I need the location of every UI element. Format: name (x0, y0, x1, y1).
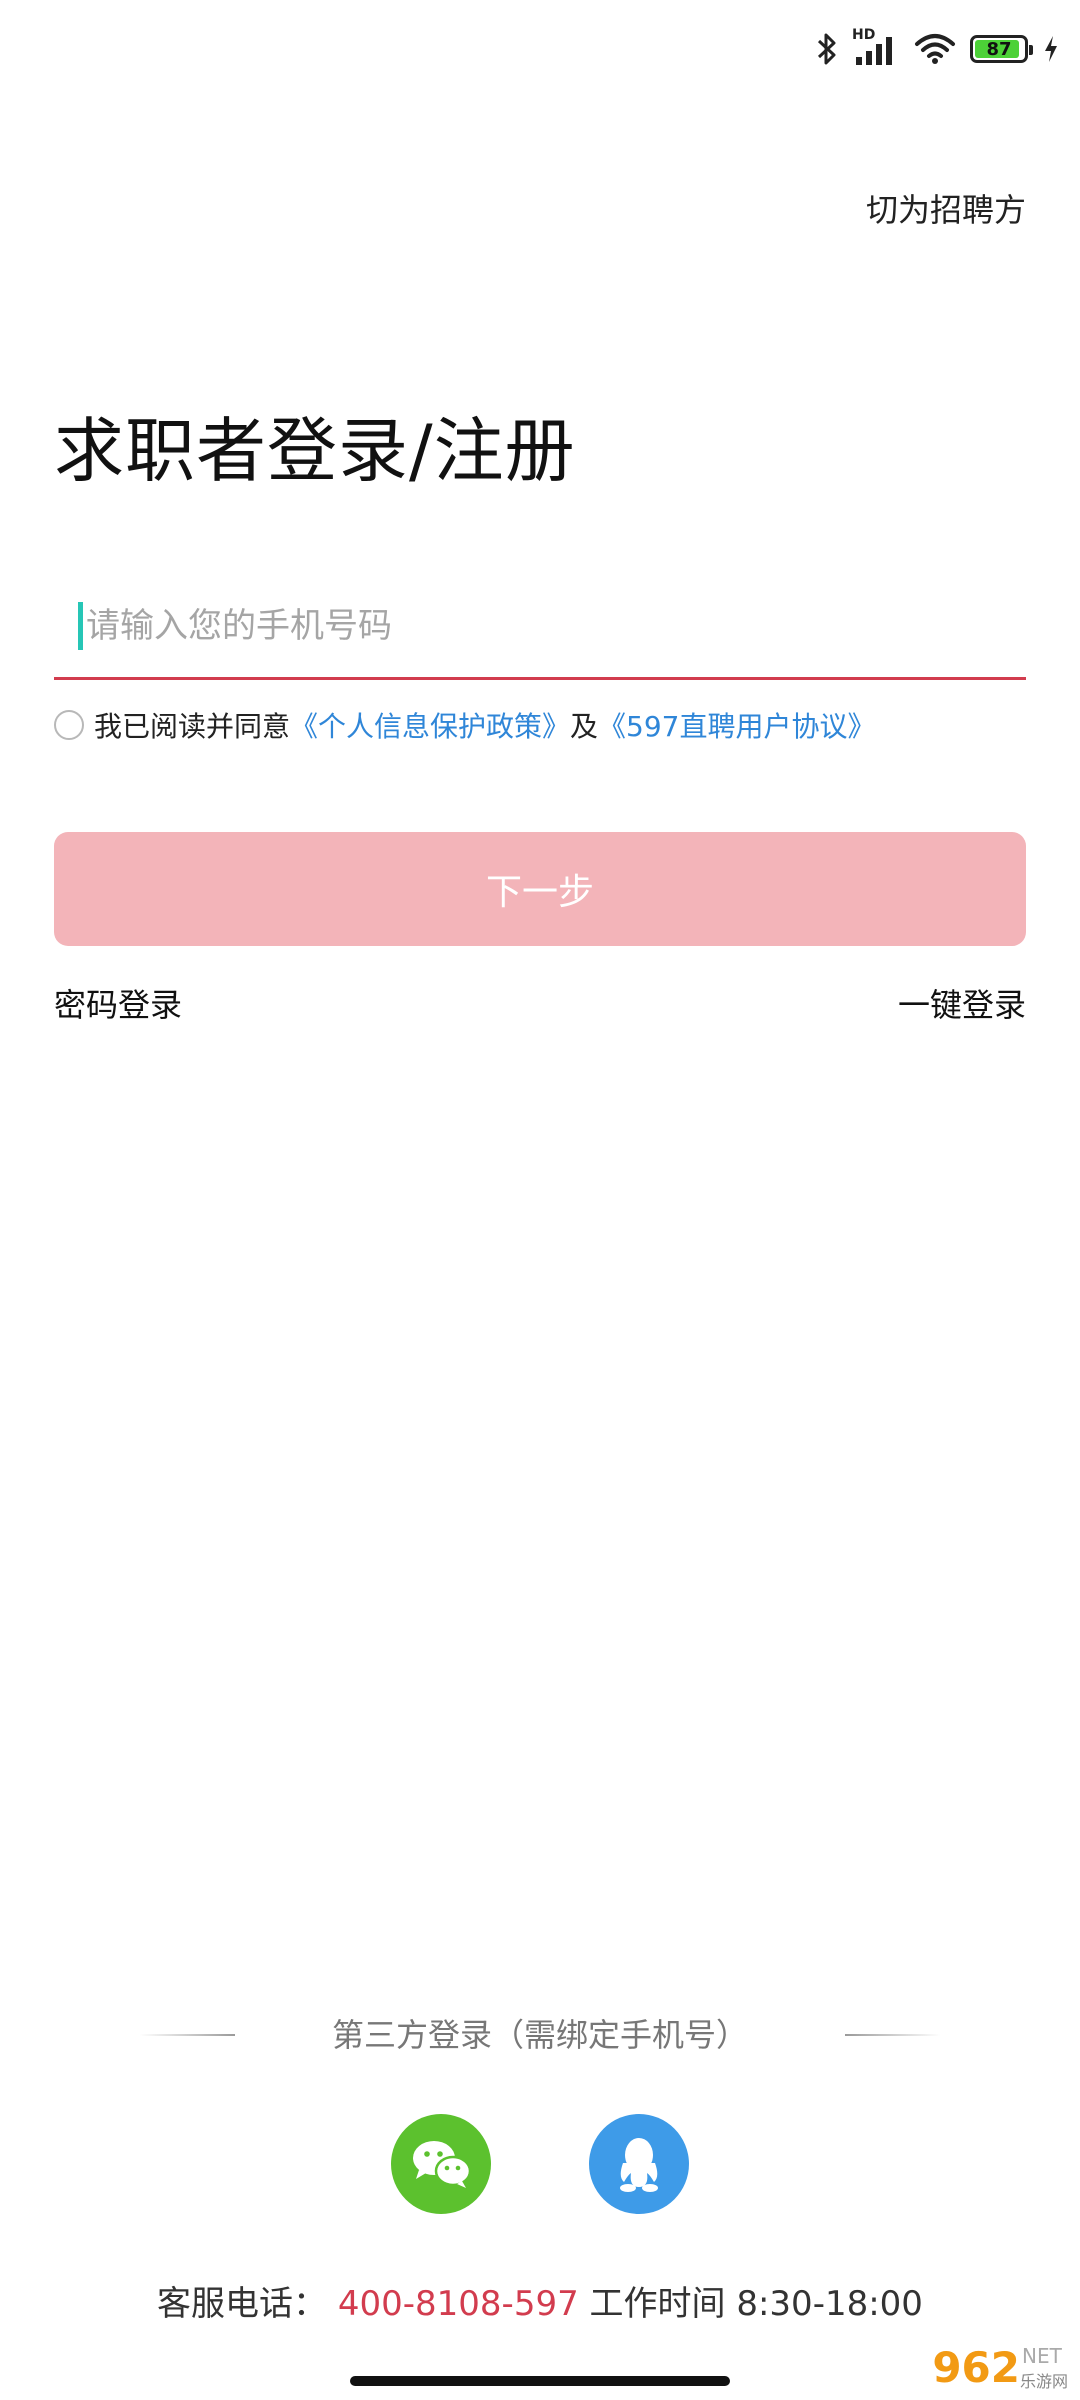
service-phone-number[interactable]: 400-8108-597 (338, 2284, 579, 2324)
next-step-button[interactable]: 下一步 (54, 832, 1026, 946)
watermark-number: 962 (932, 2343, 1020, 2392)
privacy-policy-link[interactable]: 《个人信息保护政策》 (290, 705, 570, 745)
third-party-login-label: 第三方登录（需绑定手机号） (331, 2016, 748, 2054)
watermark-suffix: NET (1021, 2344, 1062, 2368)
status-bar: HD 87 (816, 24, 1060, 74)
agree-and-text: 及 (570, 710, 599, 743)
battery-level: 87 (986, 38, 1012, 60)
password-login-link[interactable]: 密码登录 (54, 980, 182, 1026)
customer-service-info: 客服电话： 400-8108-597 工作时间 8:30-18:00 (0, 2276, 1080, 2325)
switch-to-recruiter-link[interactable]: 切为招聘方 (866, 185, 1026, 231)
signal-icon: HD (852, 27, 900, 67)
agree-prefix-text: 我已阅读并同意 (94, 710, 291, 743)
qq-icon (620, 2138, 658, 2192)
wechat-login-button[interactable] (391, 2114, 491, 2214)
agreement-row: 我已阅读并同意 《个人信息保护政策》 及 《597直聘用户协议》 (54, 705, 876, 745)
wechat-icon (413, 2141, 472, 2188)
one-click-login-link[interactable]: 一键登录 (898, 980, 1026, 1026)
charging-icon (1045, 36, 1057, 62)
wifi-icon (915, 34, 955, 64)
service-hours: 工作时间 8:30-18:00 (589, 2284, 923, 2324)
phone-number-input[interactable] (78, 590, 988, 662)
qq-login-button[interactable] (589, 2114, 689, 2214)
watermark-sub: 乐游网 (1019, 2372, 1068, 2391)
phone-input-container (54, 570, 1026, 680)
bluetooth-icon (817, 33, 836, 65)
divider-right (845, 2034, 940, 2036)
service-label: 客服电话： (157, 2284, 328, 2324)
battery-icon: 87 (970, 35, 1033, 63)
user-agreement-link[interactable]: 《597直聘用户协议》 (598, 705, 875, 745)
home-indicator (350, 2376, 730, 2386)
network-type-label: HD (852, 27, 876, 43)
page-title: 求职者登录/注册 (54, 410, 576, 492)
agree-checkbox[interactable] (54, 710, 84, 740)
watermark-logo: 962 NET 乐游网 (932, 2343, 1068, 2392)
